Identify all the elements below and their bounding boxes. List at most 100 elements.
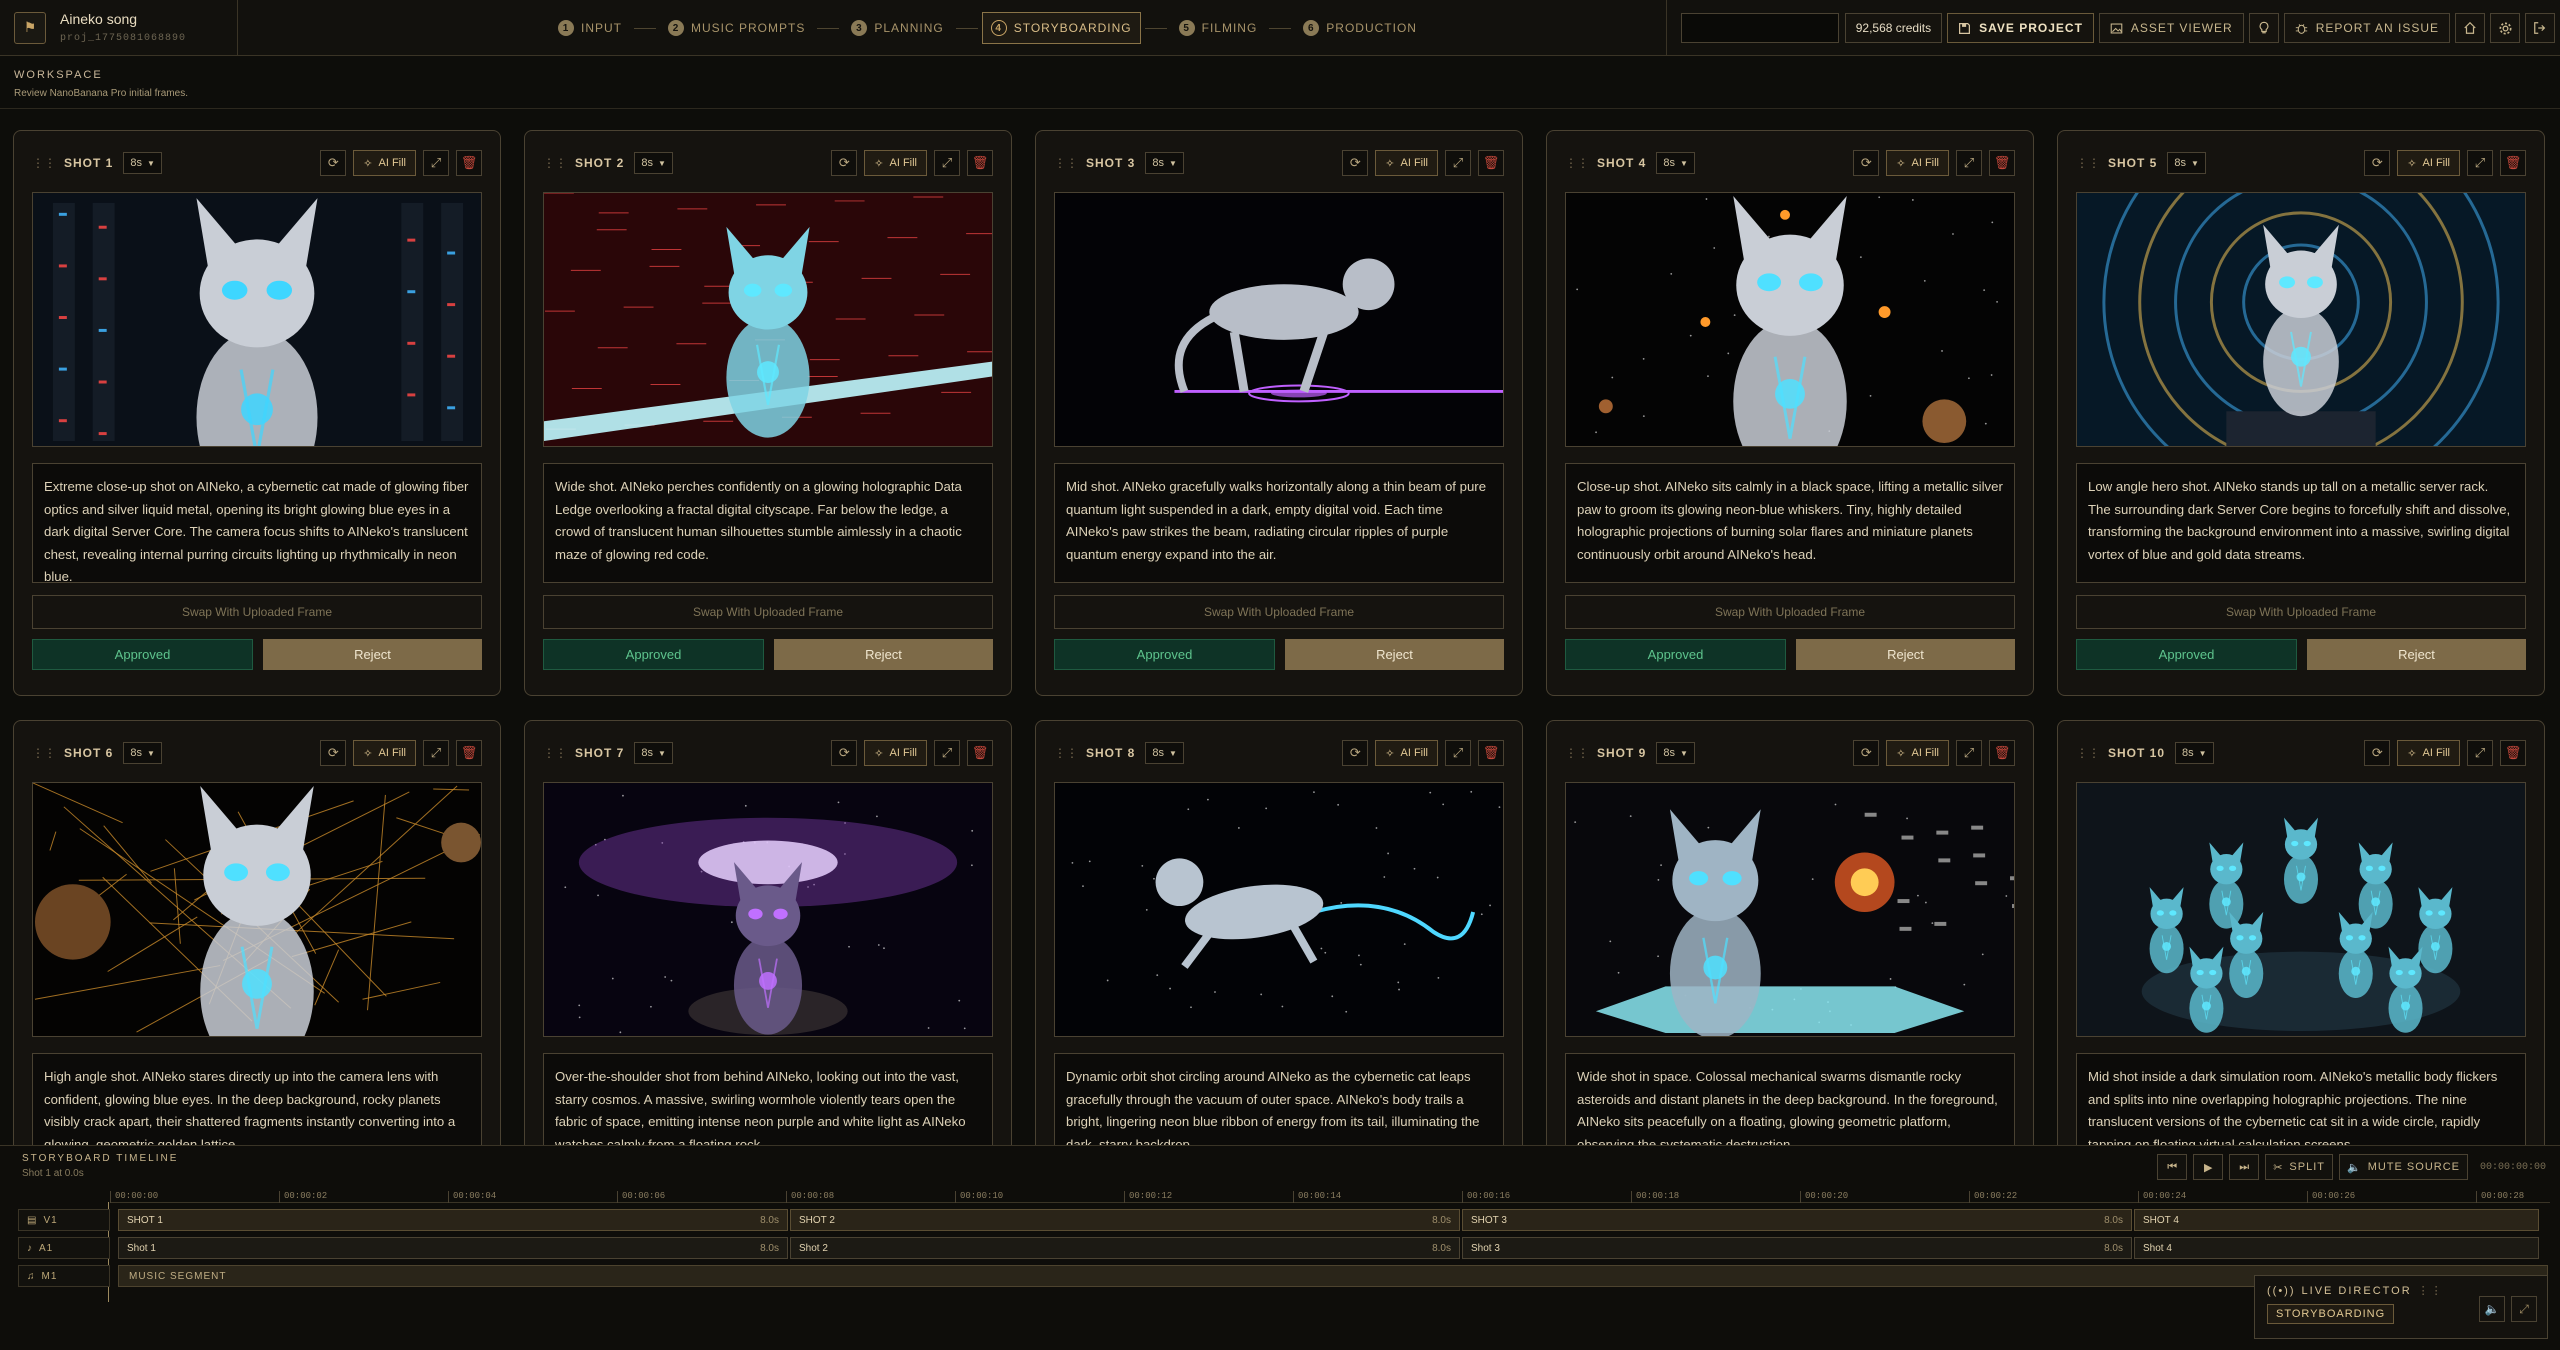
delete-button[interactable]: 🗑 bbox=[1989, 740, 2015, 766]
drag-handle-icon[interactable]: ⋮⋮ bbox=[2076, 746, 2100, 760]
split-button[interactable]: ✂ SPLIT bbox=[2265, 1154, 2333, 1180]
skip-back-button[interactable]: ⏮ bbox=[2157, 1154, 2188, 1180]
shot-description[interactable]: Extreme close-up shot on AINeko, a cyber… bbox=[32, 463, 482, 583]
regenerate-button[interactable]: ⟳ bbox=[1853, 740, 1880, 766]
ai-fill-button[interactable]: ✧ AI Fill bbox=[1886, 150, 1949, 176]
duration-select[interactable]: 8s ▼ bbox=[1145, 742, 1184, 764]
drag-handle-icon[interactable]: ⋮⋮ bbox=[32, 746, 56, 760]
expand-button[interactable]: ⤢ bbox=[1445, 740, 1471, 766]
expand-button[interactable]: ⤢ bbox=[1956, 740, 1982, 766]
shot-frame-image[interactable] bbox=[1054, 782, 1504, 1037]
delete-button[interactable]: 🗑 bbox=[967, 150, 993, 176]
shot-frame-image[interactable] bbox=[1565, 192, 2015, 447]
reject-button[interactable]: Reject bbox=[1285, 639, 1504, 670]
expand-button[interactable]: ⤢ bbox=[423, 740, 449, 766]
shot-frame-image[interactable] bbox=[32, 782, 482, 1037]
reject-button[interactable]: Reject bbox=[1796, 639, 2015, 670]
audio-track[interactable]: Shot 1 8.0s Shot 2 8.0s Shot 3 8.0s Shot 4 bbox=[118, 1237, 2548, 1259]
drag-handle-icon[interactable]: ⋮⋮ bbox=[2418, 1284, 2444, 1297]
duration-select[interactable]: 8s ▼ bbox=[1656, 152, 1695, 174]
duration-select[interactable]: 8s ▼ bbox=[2175, 742, 2214, 764]
ai-fill-button[interactable]: ✧ AI Fill bbox=[353, 740, 416, 766]
duration-select[interactable]: 8s ▼ bbox=[1145, 152, 1184, 174]
ai-fill-button[interactable]: ✧ AI Fill bbox=[1886, 740, 1949, 766]
swap-frame-button[interactable]: Swap With Uploaded Frame bbox=[32, 595, 482, 629]
live-expand-button[interactable]: ⤢ bbox=[2511, 1296, 2537, 1322]
approved-button[interactable]: Approved bbox=[543, 639, 764, 670]
regenerate-button[interactable]: ⟳ bbox=[1342, 150, 1369, 176]
step-input[interactable]: 1 INPUT bbox=[550, 12, 630, 44]
drag-handle-icon[interactable]: ⋮⋮ bbox=[1054, 746, 1078, 760]
delete-button[interactable]: 🗑 bbox=[1989, 150, 2015, 176]
shot-description[interactable]: Dynamic orbit shot circling around AINek… bbox=[1054, 1053, 1504, 1145]
ai-fill-button[interactable]: ✧ AI Fill bbox=[353, 150, 416, 176]
approved-button[interactable]: Approved bbox=[32, 639, 253, 670]
ai-fill-button[interactable]: ✧ AI Fill bbox=[1375, 150, 1438, 176]
regenerate-button[interactable]: ⟳ bbox=[320, 740, 347, 766]
delete-button[interactable]: 🗑 bbox=[1478, 740, 1504, 766]
swap-frame-button[interactable]: Swap With Uploaded Frame bbox=[1054, 595, 1504, 629]
drag-handle-icon[interactable]: ⋮⋮ bbox=[543, 746, 567, 760]
music-segment-clip[interactable]: MUSIC SEGMENT bbox=[118, 1265, 2548, 1287]
reject-button[interactable]: Reject bbox=[2307, 639, 2526, 670]
reject-button[interactable]: Reject bbox=[774, 639, 993, 670]
regenerate-button[interactable]: ⟳ bbox=[831, 740, 858, 766]
swap-frame-button[interactable]: Swap With Uploaded Frame bbox=[543, 595, 993, 629]
shot-frame-image[interactable] bbox=[1565, 782, 2015, 1037]
approved-button[interactable]: Approved bbox=[1054, 639, 1275, 670]
shot-description[interactable]: Mid shot. AINeko gracefully walks horizo… bbox=[1054, 463, 1504, 583]
step-music-prompts[interactable]: 2 MUSIC PROMPTS bbox=[660, 12, 813, 44]
play-button[interactable]: ▶ bbox=[2193, 1154, 2224, 1180]
shot-description[interactable]: Over-the-shoulder shot from behind AINek… bbox=[543, 1053, 993, 1145]
drag-handle-icon[interactable]: ⋮⋮ bbox=[543, 156, 567, 170]
step-storyboarding[interactable]: 4 STORYBOARDING bbox=[981, 12, 1141, 44]
expand-button[interactable]: ⤢ bbox=[423, 150, 449, 176]
step-planning[interactable]: 3 PLANNING bbox=[843, 12, 951, 44]
duration-select[interactable]: 8s ▼ bbox=[2167, 152, 2206, 174]
expand-button[interactable]: ⤢ bbox=[2467, 740, 2493, 766]
duration-select[interactable]: 8s ▼ bbox=[123, 742, 162, 764]
delete-button[interactable]: 🗑 bbox=[1478, 150, 1504, 176]
delete-button[interactable]: 🗑 bbox=[967, 740, 993, 766]
delete-button[interactable]: 🗑 bbox=[456, 150, 482, 176]
shot-frame-image[interactable] bbox=[543, 782, 993, 1037]
shot-description[interactable]: Wide shot. AINeko perches confidently on… bbox=[543, 463, 993, 583]
shot-frame-image[interactable] bbox=[32, 192, 482, 447]
save-project-button[interactable]: SAVE PROJECT bbox=[1947, 13, 2094, 43]
app-logo[interactable]: ⚑ bbox=[14, 11, 46, 44]
expand-button[interactable]: ⤢ bbox=[2467, 150, 2493, 176]
shot-frame-image[interactable] bbox=[2076, 192, 2526, 447]
drag-handle-icon[interactable]: ⋮⋮ bbox=[1565, 746, 1589, 760]
approved-button[interactable]: Approved bbox=[1565, 639, 1786, 670]
shot-frame-image[interactable] bbox=[543, 192, 993, 447]
search-input[interactable] bbox=[1680, 13, 1839, 43]
drag-handle-icon[interactable]: ⋮⋮ bbox=[1565, 156, 1589, 170]
ai-fill-button[interactable]: ✧ AI Fill bbox=[864, 740, 927, 766]
delete-button[interactable]: 🗑 bbox=[2500, 150, 2526, 176]
shot-description[interactable]: Wide shot in space. Colossal mechanical … bbox=[1565, 1053, 2015, 1145]
music-track[interactable]: MUSIC SEGMENT bbox=[118, 1265, 2548, 1287]
expand-button[interactable]: ⤢ bbox=[934, 150, 960, 176]
report-issue-button[interactable]: REPORT AN ISSUE bbox=[2283, 13, 2450, 43]
swap-frame-button[interactable]: Swap With Uploaded Frame bbox=[2076, 595, 2526, 629]
video-clip[interactable]: SHOT 4 bbox=[2134, 1209, 2539, 1231]
shot-frame-image[interactable] bbox=[1054, 192, 1504, 447]
reject-button[interactable]: Reject bbox=[263, 639, 482, 670]
home-button[interactable] bbox=[2455, 13, 2485, 43]
ai-fill-button[interactable]: ✧ AI Fill bbox=[2397, 740, 2460, 766]
regenerate-button[interactable]: ⟳ bbox=[2364, 150, 2391, 176]
skip-forward-button[interactable]: ⏭ bbox=[2229, 1154, 2260, 1180]
shot-description[interactable]: Low angle hero shot. AINeko stands up ta… bbox=[2076, 463, 2526, 583]
duration-select[interactable]: 8s ▼ bbox=[1656, 742, 1695, 764]
duration-select[interactable]: 8s ▼ bbox=[634, 742, 673, 764]
delete-button[interactable]: 🗑 bbox=[2500, 740, 2526, 766]
drag-handle-icon[interactable]: ⋮⋮ bbox=[2076, 156, 2100, 170]
duration-select[interactable]: 8s ▼ bbox=[123, 152, 162, 174]
video-clip[interactable]: SHOT 3 8.0s bbox=[1462, 1209, 2132, 1231]
expand-button[interactable]: ⤢ bbox=[934, 740, 960, 766]
mute-source-button[interactable]: 🔈 MUTE SOURCE bbox=[2339, 1154, 2468, 1180]
time-ruler[interactable]: 00:00:00 00:00:02 00:00:04 00:00:06 00:00:08… bbox=[110, 1189, 2550, 1203]
drag-handle-icon[interactable]: ⋮⋮ bbox=[32, 156, 56, 170]
shot-description[interactable]: Close-up shot. AINeko sits calmly in a b… bbox=[1565, 463, 2015, 583]
audio-clip[interactable]: Shot 1 8.0s bbox=[118, 1237, 788, 1259]
